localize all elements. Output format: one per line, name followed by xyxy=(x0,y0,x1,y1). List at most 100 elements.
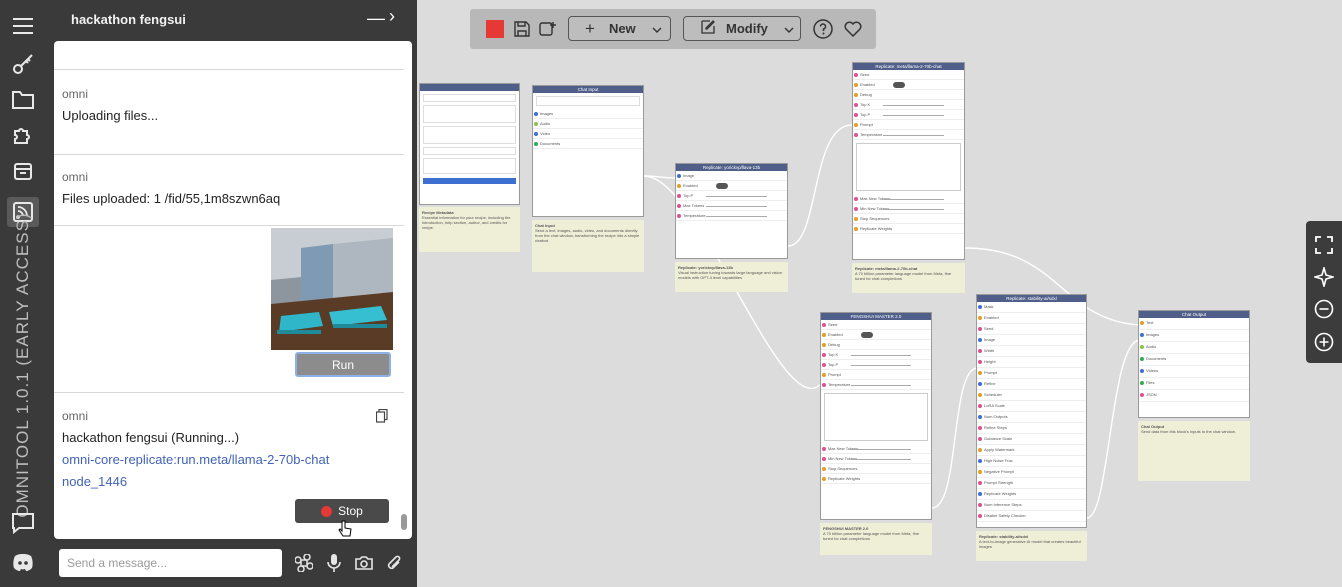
sdxl-node[interactable]: Replicate: stability-ai/sdxl Mask Enabled… xyxy=(976,294,1087,528)
node-row-label: Prompt xyxy=(828,372,841,377)
note-text: Send data from this block's inputs to th… xyxy=(1141,429,1236,434)
save-as-icon[interactable] xyxy=(538,19,558,39)
node-row-label: Top K xyxy=(860,102,871,107)
node-row[interactable]: Refine Steps xyxy=(977,423,1086,434)
new-button[interactable]: + New xyxy=(568,16,671,41)
node-row[interactable]: Guidance Scale xyxy=(977,434,1086,445)
node-row-label: Prompt Strength xyxy=(984,480,1014,485)
llama-70b-node[interactable]: Replicate: meta/llama-2-70b-chat Seed En… xyxy=(852,62,965,260)
node-row[interactable]: Scheduler xyxy=(977,390,1086,401)
recipe-metadata-note: Recipe Metadata Essential information fo… xyxy=(419,207,520,252)
prompt-textarea[interactable] xyxy=(824,393,928,441)
node-row-label: Image xyxy=(984,337,996,342)
node-row-label: Images xyxy=(1146,332,1160,337)
node-row-label: Enabled xyxy=(828,332,843,337)
chevron-down-icon xyxy=(652,21,662,36)
color-swatch[interactable] xyxy=(486,20,504,38)
node-row-label: Width xyxy=(984,348,995,353)
node-row-label: Replicate Weights xyxy=(984,491,1017,496)
node-row-label: Seed xyxy=(828,322,838,327)
node-row-label: Negative Prompt xyxy=(984,469,1014,474)
node-header: Replicate: meta/llama-2-70b-chat xyxy=(853,63,964,70)
node-row[interactable]: Enabled xyxy=(977,313,1086,324)
node-row-label: Prompt xyxy=(860,122,873,127)
node-row[interactable]: Height xyxy=(977,357,1086,368)
hand-cursor-icon xyxy=(338,520,352,537)
node-row[interactable]: Apply Watermark xyxy=(977,445,1086,456)
node-row-label: Top P xyxy=(828,362,839,367)
node-row-label: High Noise Frac xyxy=(984,458,1013,463)
node-row-label: Documents xyxy=(1146,356,1167,361)
node-row-label: Replicate Weights xyxy=(860,226,893,231)
modify-label: Modify xyxy=(726,21,768,36)
node-row[interactable]: Documents xyxy=(1139,354,1249,366)
fengshui-master-node[interactable]: FENGSHUI MASTER 2.0 Seed Enabled Debug T… xyxy=(820,312,932,520)
node-row[interactable]: Files xyxy=(1139,378,1249,390)
node-row[interactable]: Seed xyxy=(977,324,1086,335)
node-row[interactable]: Width xyxy=(977,346,1086,357)
prompt-textarea[interactable] xyxy=(856,143,961,191)
canvas-toolbar: + New Modify xyxy=(470,9,876,49)
chat-input-node[interactable]: Chat Input Images Audio Video Documents xyxy=(532,85,644,217)
favorite-heart-icon[interactable] xyxy=(843,19,863,39)
node-header: Chat Input xyxy=(533,86,643,93)
node-row[interactable]: Videos xyxy=(1139,366,1249,378)
sdxl-note: Replicate: stability-ai/sdxl A text-to-i… xyxy=(976,531,1087,561)
note-text: Send a text, images, audio, video, and d… xyxy=(535,228,640,243)
modify-button[interactable]: Modify xyxy=(683,16,801,41)
node-row-label: Video xyxy=(540,131,551,136)
node-row[interactable]: Replicate Weights xyxy=(977,489,1086,500)
note-text: A 70 billion parameter language model fr… xyxy=(823,531,920,541)
node-row-label: Seed xyxy=(984,326,994,331)
node-header xyxy=(420,84,519,91)
node-row[interactable]: Audio xyxy=(1139,342,1249,354)
node-header: Replicate: yorickvp/llava-13b xyxy=(676,164,787,171)
node-row-label: Files xyxy=(1146,380,1155,385)
node-row[interactable]: High Noise Frac xyxy=(977,456,1086,467)
llama-70b-note: Replicate: meta/llama-2-70b-chat A 70 bi… xyxy=(852,263,965,293)
fengshui-master-note: FENGSHUI MASTER 2.0 A 70 billion paramet… xyxy=(820,523,932,555)
node-row[interactable]: Disable Safety Checker xyxy=(977,511,1086,522)
help-icon[interactable] xyxy=(813,19,833,39)
node-row-label: Enabled xyxy=(984,315,999,320)
node-row-label: Disable Safety Checker xyxy=(984,513,1026,518)
zoom-out-icon[interactable] xyxy=(1313,298,1335,320)
fullscreen-icon[interactable] xyxy=(1313,234,1335,256)
chat-output-rows: Text Images Audio Documents Videos Files JSON xyxy=(1139,318,1249,402)
node-row-label: Debug xyxy=(860,92,872,97)
node-row-label: Temperature xyxy=(828,382,851,387)
chat-output-note: Chat Output Send data from this block's … xyxy=(1138,421,1250,481)
llava-node[interactable]: Replicate: yorickvp/llava-13b Image Enab… xyxy=(675,163,788,259)
llava-note: Replicate: yorickvp/llava-13b Visual ins… xyxy=(675,262,788,292)
chat-output-node[interactable]: Chat Output Text Images Audio Documents Vide… xyxy=(1138,310,1250,418)
save-icon[interactable] xyxy=(512,19,532,39)
node-row[interactable]: LoRA Scale xyxy=(977,401,1086,412)
node-row[interactable]: Refine xyxy=(977,379,1086,390)
node-row[interactable]: Prompt Strength xyxy=(977,478,1086,489)
node-row-label: Scheduler xyxy=(984,392,1003,397)
node-row-label: Image xyxy=(683,173,695,178)
node-row[interactable]: Text xyxy=(1139,318,1249,330)
node-row[interactable]: Negative Prompt xyxy=(977,467,1086,478)
node-row-label: Guidance Scale xyxy=(984,436,1013,441)
node-row[interactable]: Prompt xyxy=(977,368,1086,379)
node-row[interactable]: JSON xyxy=(1139,390,1249,402)
node-header: FENGSHUI MASTER 2.0 xyxy=(821,313,931,320)
node-row[interactable]: Num Inference Steps xyxy=(977,500,1086,511)
node-row-label: Apply Watermark xyxy=(984,447,1015,452)
zoom-in-icon[interactable] xyxy=(1313,331,1335,353)
node-row[interactable]: Num Outputs xyxy=(977,412,1086,423)
edit-icon xyxy=(700,19,716,38)
node-row[interactable]: Images xyxy=(1139,330,1249,342)
node-row-label: Stop Sequences xyxy=(828,466,858,471)
node-wires xyxy=(643,124,1141,519)
note-text: Visual instruction tuning towards large … xyxy=(678,270,782,280)
recipe-metadata-node[interactable] xyxy=(419,83,520,205)
node-row-label: Height xyxy=(984,359,996,364)
node-row-label: Documents xyxy=(540,141,561,146)
node-row[interactable]: Image xyxy=(977,335,1086,346)
node-row-label: Enabled xyxy=(860,82,875,87)
auto-arrange-icon[interactable] xyxy=(1313,266,1335,288)
node-row-label: Mask xyxy=(984,304,994,309)
node-row[interactable]: Mask xyxy=(977,302,1086,313)
